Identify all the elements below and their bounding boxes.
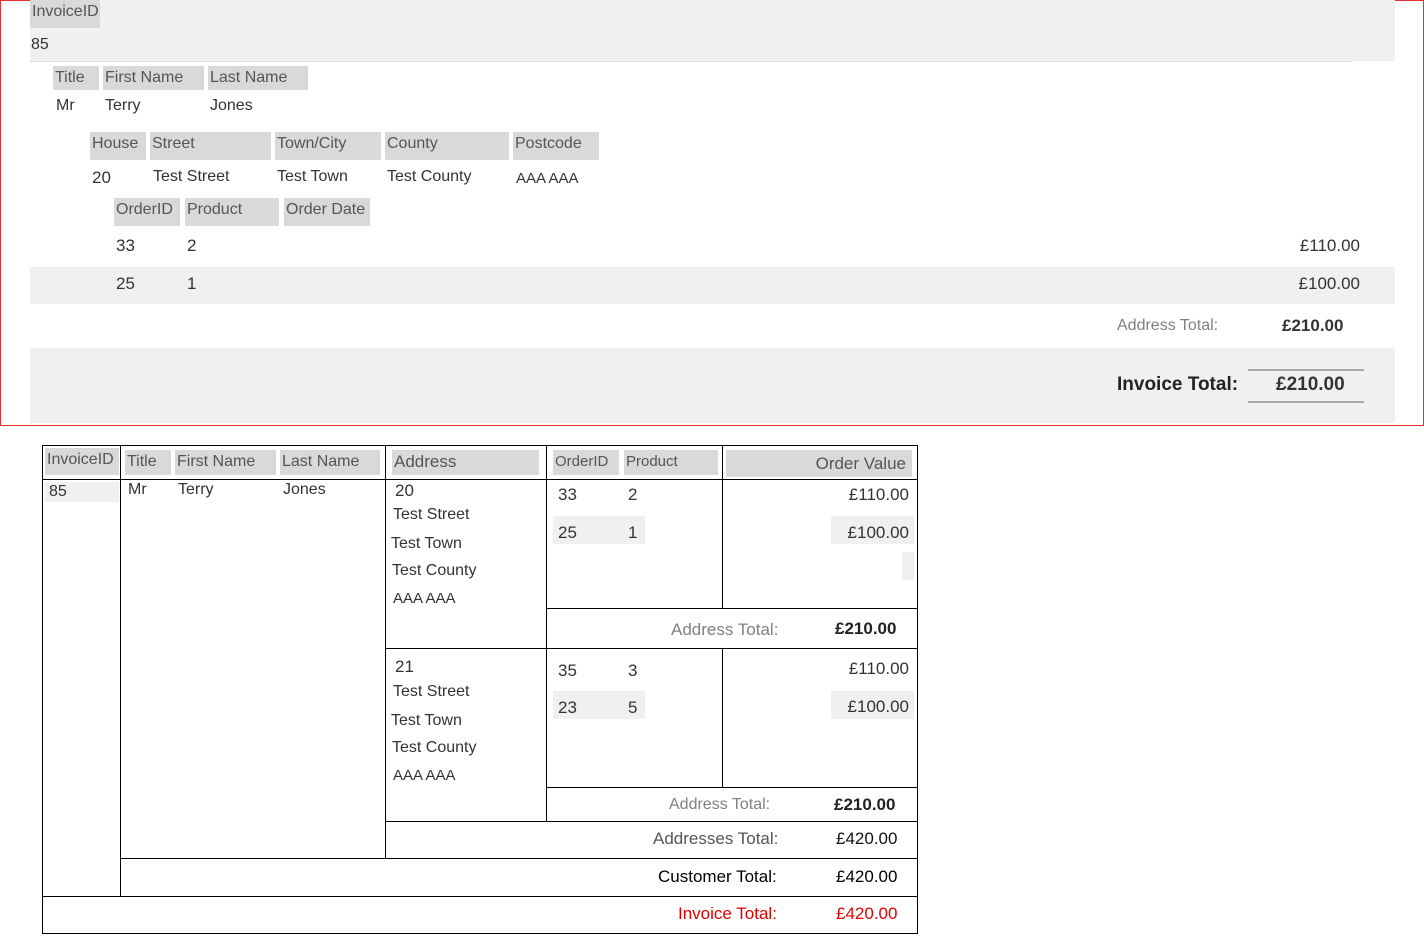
b-invoice-total-label: Invoice Total: <box>678 904 777 923</box>
b-addr1-order2-id: 25 <box>558 523 577 542</box>
b-addr2-postcode: AAA AAA <box>393 767 456 784</box>
county-header: County <box>385 132 509 160</box>
invoice-header-band <box>30 0 1395 61</box>
b-invoice-total-value: £420.00 <box>836 904 898 923</box>
address-house: 20 <box>92 168 111 187</box>
b-addresses-total-value: £420.00 <box>836 829 898 848</box>
invoice-total-label: Invoice Total: <box>1117 374 1239 395</box>
b-addr1-total-label: Address Total: <box>671 620 779 639</box>
grid-line <box>120 445 121 896</box>
order-date-header: Order Date <box>284 198 370 226</box>
street-header: Street <box>150 132 271 160</box>
b-addr1-postcode: AAA AAA <box>393 590 456 607</box>
address-postcode: AAA AAA <box>516 170 579 187</box>
b-addr2-order1-value: £110.00 <box>848 659 909 678</box>
grid-line <box>385 648 918 649</box>
b-addr2-order2-value: £100.00 <box>847 697 909 716</box>
grid-line <box>385 821 918 822</box>
first-name-header: First Name <box>103 66 204 90</box>
address-town: Test Town <box>277 168 348 185</box>
b-title-header: Title <box>125 450 171 475</box>
grid-line <box>120 858 918 859</box>
b-customer-last-name: Jones <box>283 481 326 498</box>
address-county: Test County <box>387 168 472 185</box>
b-addr1-house: 20 <box>395 481 414 500</box>
invoice-id-header: InvoiceID <box>30 0 100 28</box>
house-header: House <box>90 132 146 160</box>
last-name-header: Last Name <box>208 66 308 90</box>
invoice-id-value: 85 <box>31 36 49 53</box>
grid-line <box>546 445 547 821</box>
b-customer-first-name: Terry <box>178 481 214 498</box>
town-header: Town/City <box>275 132 381 160</box>
order-row-2-product: 1 <box>187 274 197 293</box>
grid-line <box>546 787 918 788</box>
grid-line <box>42 896 918 897</box>
b-addr1-order1-id: 33 <box>558 485 577 504</box>
b-addr2-street: Test Street <box>393 683 470 700</box>
b-addr2-order2-id: 23 <box>558 698 577 717</box>
address-total-label: Address Total: <box>1117 317 1219 334</box>
customer-title: Mr <box>56 97 75 114</box>
b-addr2-order1-product: 3 <box>628 661 638 680</box>
grid-line <box>722 445 723 608</box>
b-addresses-total-label: Addresses Total: <box>653 829 779 848</box>
b-product-header: Product <box>624 450 718 475</box>
order-row-1-id: 33 <box>116 236 135 255</box>
order-row-2-band <box>30 267 1395 304</box>
bottom-report-table <box>42 445 918 934</box>
b-customer-title: Mr <box>128 481 147 498</box>
b-address-header: Address <box>392 450 539 475</box>
order-row-2-value: £100.00 <box>1298 274 1360 293</box>
b-addr2-order2-product: 5 <box>628 698 638 717</box>
b-addr1-order2-value: £100.00 <box>847 523 909 542</box>
invoice-total-value: £210.00 <box>1276 374 1345 395</box>
address-total-value: £210.00 <box>1282 316 1344 335</box>
b-order-value-header: Order Value <box>726 450 912 477</box>
b-addr1-order1-product: 2 <box>628 485 638 504</box>
b-order-id-header: OrderID <box>553 450 619 475</box>
b-addr2-total-value: £210.00 <box>834 795 896 814</box>
title-header: Title <box>53 66 99 90</box>
order-row-1-value: £110.00 <box>1299 236 1360 255</box>
b-addr1-total-value: £210.00 <box>835 619 897 638</box>
address-street: Test Street <box>153 168 230 185</box>
customer-first-name: Terry <box>105 97 141 114</box>
b-addr1-value-empty-band <box>902 552 914 580</box>
b-first-name-header: First Name <box>175 450 276 475</box>
b-customer-total-value: £420.00 <box>836 867 898 886</box>
grid-line <box>385 445 386 858</box>
order-row-2-id: 25 <box>116 274 135 293</box>
customer-last-name: Jones <box>210 97 253 114</box>
b-addr2-town: Test Town <box>391 712 462 729</box>
b-addr1-county: Test County <box>392 562 477 579</box>
b-addr2-total-label: Address Total: <box>669 796 771 813</box>
product-header: Product <box>185 198 279 226</box>
grid-line <box>722 648 723 787</box>
b-addr1-street: Test Street <box>393 506 470 523</box>
b-addr2-house: 21 <box>395 657 414 676</box>
b-customer-total-label: Customer Total: <box>658 867 777 886</box>
b-last-name-header: Last Name <box>280 450 380 475</box>
order-row-1-product: 2 <box>187 236 197 255</box>
postcode-header: Postcode <box>513 132 599 160</box>
grid-line <box>546 608 918 609</box>
b-invoice-id-header: InvoiceID <box>45 448 119 475</box>
b-addr2-order1-id: 35 <box>558 661 577 680</box>
grid-line <box>42 479 918 480</box>
invoice-header-divider <box>30 61 1352 62</box>
b-addr1-order2-product: 1 <box>628 523 638 542</box>
b-addr2-county: Test County <box>392 739 477 756</box>
b-addr1-order1-value: £110.00 <box>848 485 909 504</box>
order-id-header: OrderID <box>114 198 180 226</box>
b-addr1-town: Test Town <box>391 535 462 552</box>
b-invoice-id-value: 85 <box>49 483 67 500</box>
